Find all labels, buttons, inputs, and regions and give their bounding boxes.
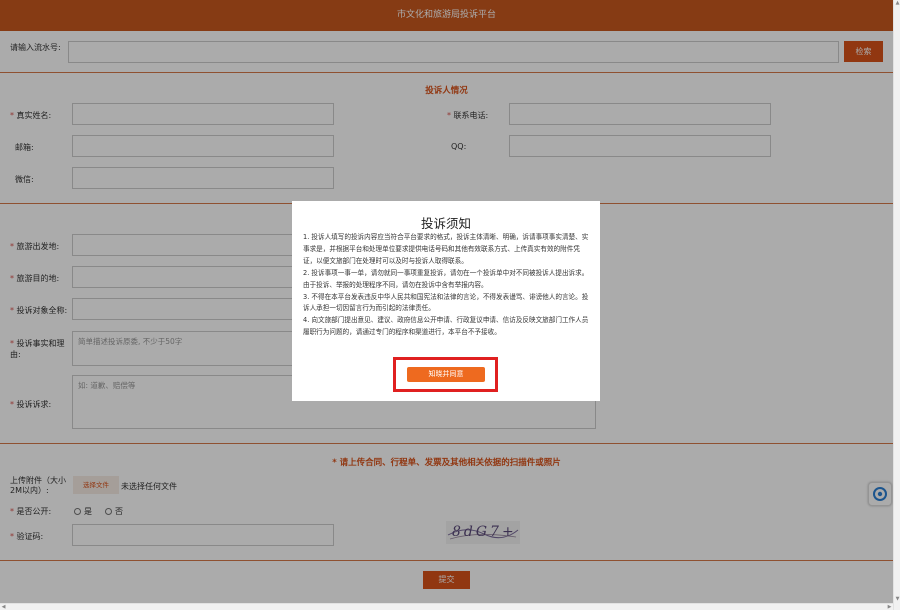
horizontal-scrollbar[interactable]: ◀ ▶	[0, 603, 893, 610]
modal-body: 1. 投诉人填写的投诉内容应当符合平台要求的格式，投诉主体清晰、明确，诉请事项事…	[303, 232, 589, 339]
notice-item: 1. 投诉人填写的投诉内容应当符合平台要求的格式，投诉主体清晰、明确，诉请事项事…	[303, 233, 589, 265]
complaint-notice-modal: 投诉须知 1. 投诉人填写的投诉内容应当符合平台要求的格式，投诉主体清晰、明确，…	[292, 201, 600, 401]
notice-item: 2. 投诉事项一事一单，请勿就同一事项重复投诉，请勿在一个投诉单中对不同被投诉人…	[303, 268, 589, 289]
notice-item: 3. 不得在本平台发表违反中华人民共和国宪法和法律的言论，不得发表谩骂、诽谤他人…	[303, 292, 589, 313]
notice-item: 4. 向文旅部门提出意见、建议、政府信息公开申请、行政复议申请、信访及反映文旅部…	[303, 316, 589, 337]
agree-button[interactable]: 知晓并同意	[407, 367, 485, 382]
vertical-scrollbar[interactable]: ▲ ▼	[893, 0, 900, 610]
modal-title: 投诉须知	[420, 216, 471, 231]
complaint-page: 市文化和旅游局投诉平台 请输入流水号: 检索 投诉人情况 真实姓名: 联系电话:…	[0, 0, 900, 610]
scroll-right-icon[interactable]: ▶	[886, 604, 893, 610]
scroll-up-icon[interactable]: ▲	[894, 0, 900, 7]
scroll-left-icon[interactable]: ◀	[0, 604, 7, 610]
scroll-down-icon[interactable]: ▼	[894, 596, 900, 603]
